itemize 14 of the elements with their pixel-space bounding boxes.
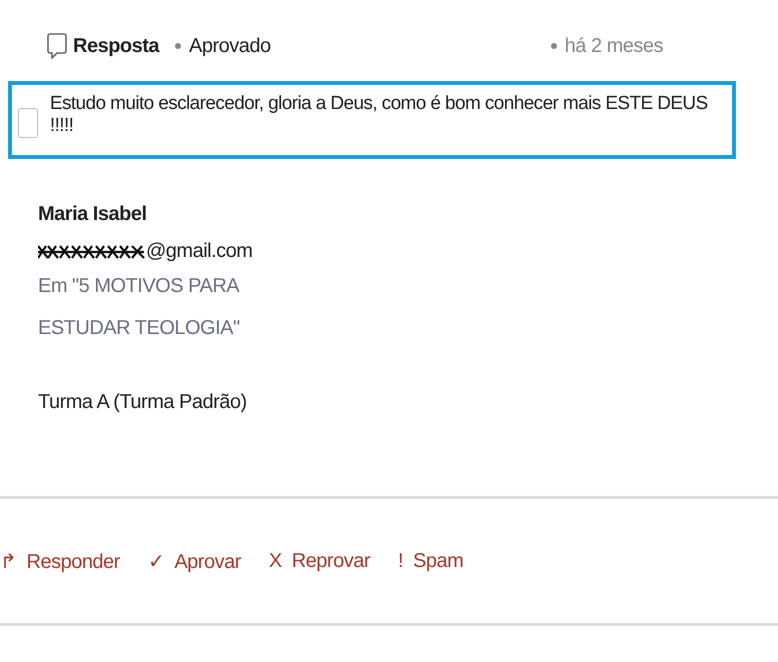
action-link[interactable]: ✓ Aprovar <box>148 548 241 574</box>
author-email: @gmail.com <box>146 240 252 263</box>
post-link[interactable]: Em "5 MOTIVOS PARA ESTUDAR TEOLOGIA" <box>38 265 298 349</box>
status-label: Aprovado <box>189 34 271 58</box>
comment-icon <box>47 33 67 59</box>
action-link[interactable]: ! Spam <box>398 550 464 572</box>
author-name: Maria Isabel <box>38 203 148 226</box>
group-label: Turma A (Turma Padrão) <box>38 391 248 414</box>
comment-type: Resposta <box>73 34 160 58</box>
comment-text: Estudo muito esclarecedor, gloria a Deus, como é bom conhecer mais ESTE DEUS !!!!! <box>50 93 709 137</box>
checkbox[interactable] <box>18 108 38 138</box>
action-link[interactable]: ↱ Responder <box>0 548 120 574</box>
action-link[interactable]: X Reprovar <box>268 550 370 572</box>
timestamp: há 2 meses <box>564 34 664 58</box>
